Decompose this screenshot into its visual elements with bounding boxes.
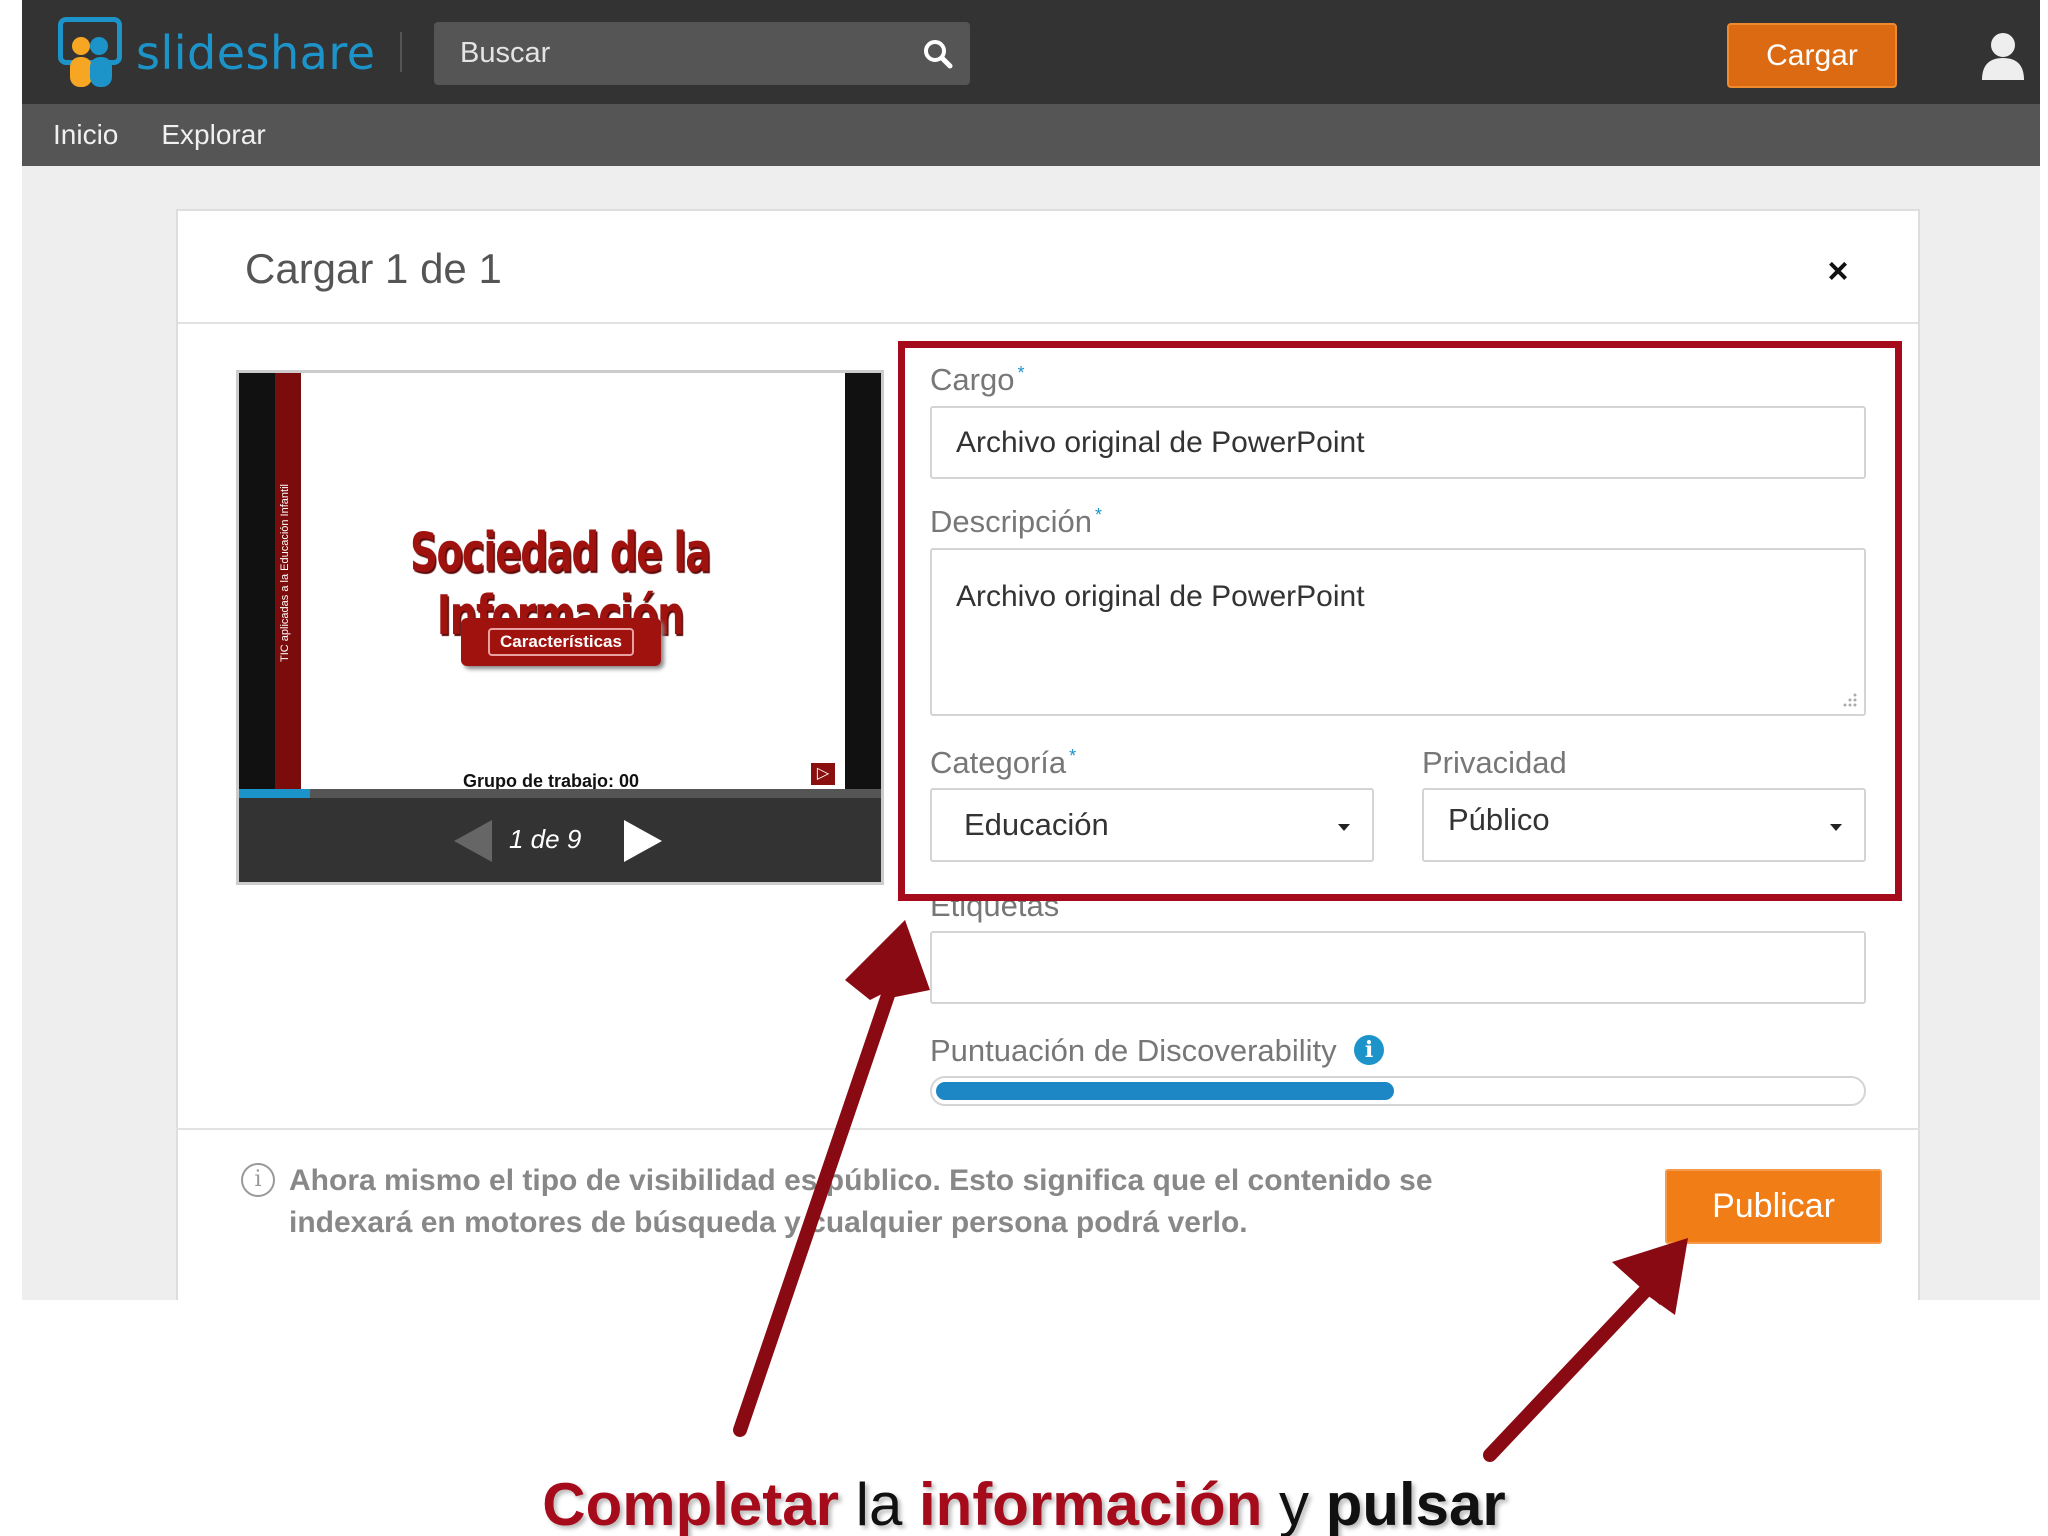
caption-word-pulsar: pulsar — [1325, 1471, 1506, 1536]
caption-word-y: y — [1279, 1471, 1310, 1536]
caption-word-completar: Completar — [542, 1471, 839, 1536]
annotation-caption: Completar la información y pulsar — [0, 1470, 2048, 1536]
caption-word-la: la — [855, 1471, 903, 1536]
annotation-arrow-to-publish — [1483, 1238, 1688, 1462]
annotation-arrows — [733, 920, 1688, 1462]
annotation-arrow-to-form — [733, 920, 930, 1437]
caption-word-informacion: información — [919, 1471, 1263, 1536]
